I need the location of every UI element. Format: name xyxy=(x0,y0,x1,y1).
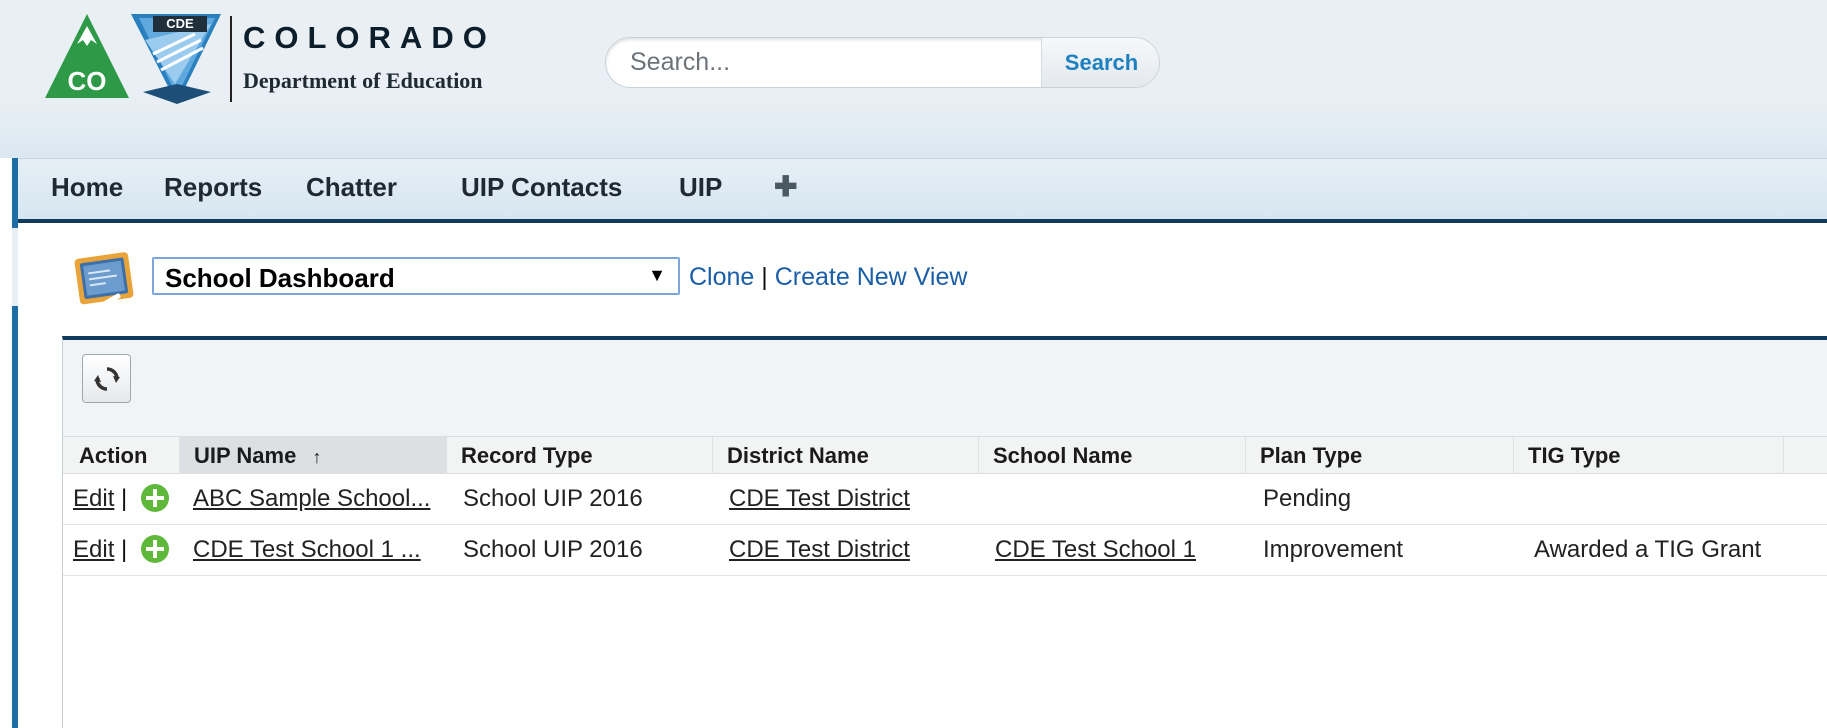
sort-ascending-icon: ↑ xyxy=(312,447,322,467)
tab-uip-contacts[interactable]: UIP Contacts xyxy=(461,172,622,203)
left-accent-gap xyxy=(12,228,18,306)
district-name-link[interactable]: CDE Test District xyxy=(729,485,910,512)
chalkboard-icon xyxy=(74,252,134,306)
search-input[interactable] xyxy=(606,38,1041,87)
row-actions: Edit | xyxy=(73,474,179,524)
refresh-button[interactable] xyxy=(82,354,131,403)
salesforce-page: CDE CO COLORADO Department of Education … xyxy=(0,0,1827,728)
cell-uip-name[interactable]: ABC Sample School... xyxy=(193,474,441,524)
logo-title: COLORADO xyxy=(243,20,496,55)
tab-chatter[interactable]: Chatter xyxy=(306,172,397,203)
column-header-school-name[interactable]: School Name xyxy=(978,437,1245,474)
edit-link[interactable]: Edit xyxy=(73,485,114,512)
view-select-value: School Dashboard xyxy=(165,263,395,293)
action-separator: | xyxy=(121,536,128,563)
cell-school-name: CDE Test School 1 xyxy=(995,525,1235,575)
table-row: Edit | ABC Sample School... School UIP 2… xyxy=(63,474,1827,525)
logo-divider xyxy=(230,16,232,102)
search-box: Search xyxy=(605,37,1160,88)
table-header: Action UIP Name ↑ Record Type District N… xyxy=(63,436,1827,474)
cell-tig-type: Awarded a TIG Grant xyxy=(1534,536,1762,563)
school-name-link[interactable]: CDE Test School 1 xyxy=(995,536,1196,563)
header: CDE CO COLORADO Department of Education … xyxy=(0,0,1827,158)
uip-name-link[interactable]: CDE Test School 1 ... xyxy=(193,536,421,563)
search-button[interactable]: Search xyxy=(1041,38,1159,87)
cde-logo-icon: CDE CO xyxy=(45,14,221,104)
cell-tig-type xyxy=(1534,474,1784,524)
add-circle-icon[interactable] xyxy=(140,534,170,564)
column-header-uip-name[interactable]: UIP Name ↑ xyxy=(179,437,446,474)
dropdown-arrow-icon: ▼ xyxy=(648,265,666,285)
view-actions: Clone | Create New View xyxy=(689,263,967,292)
tab-uip[interactable]: UIP xyxy=(679,172,722,203)
action-separator: | xyxy=(121,485,128,512)
cell-district-name: CDE Test District xyxy=(729,525,969,575)
clone-link[interactable]: Clone xyxy=(689,263,754,291)
district-name-link[interactable]: CDE Test District xyxy=(729,536,910,563)
tab-reports[interactable]: Reports xyxy=(164,172,262,203)
cell-record-type: School UIP 2016 xyxy=(463,536,643,563)
table-row: Edit | CDE Test School 1 ... School UIP … xyxy=(63,525,1827,576)
uip-name-link[interactable]: ABC Sample School... xyxy=(193,485,430,512)
view-select[interactable]: School Dashboard ▼ xyxy=(152,257,680,295)
cell-plan-type: Improvement xyxy=(1263,536,1404,563)
cell-district-name: CDE Test District xyxy=(729,474,969,524)
cell-school-name xyxy=(995,474,1235,524)
column-header-district-name[interactable]: District Name xyxy=(712,437,978,474)
list-toolbar xyxy=(63,340,1827,436)
svg-text:CO: CO xyxy=(68,66,107,96)
view-link-separator: | xyxy=(761,263,768,291)
tab-bar: Home Reports Chatter UIP Contacts UIP ✚ xyxy=(18,158,1827,223)
column-header-truncated xyxy=(1783,437,1827,474)
column-header-record-type[interactable]: Record Type xyxy=(446,437,712,474)
all-tabs-plus-icon[interactable]: ✚ xyxy=(774,170,797,203)
column-header-tig-type[interactable]: TIG Type xyxy=(1513,437,1783,474)
cell-uip-name[interactable]: CDE Test School 1 ... xyxy=(193,525,441,575)
cell-record-type: School UIP 2016 xyxy=(463,485,643,512)
refresh-icon xyxy=(94,367,120,391)
column-header-action: Action xyxy=(79,443,148,468)
logo-subtitle: Department of Education xyxy=(243,68,483,93)
column-header-plan-type[interactable]: Plan Type xyxy=(1245,437,1513,474)
svg-text:CDE: CDE xyxy=(166,16,194,31)
row-actions: Edit | xyxy=(73,525,179,575)
cell-plan-type: Pending xyxy=(1263,485,1352,512)
add-circle-icon[interactable] xyxy=(140,483,170,513)
tab-home[interactable]: Home xyxy=(51,172,123,203)
create-new-view-link[interactable]: Create New View xyxy=(775,263,968,291)
list-view-panel: Action UIP Name ↑ Record Type District N… xyxy=(62,336,1827,728)
column-header-uip-name-label: UIP Name xyxy=(194,443,297,468)
edit-link[interactable]: Edit xyxy=(73,536,114,563)
